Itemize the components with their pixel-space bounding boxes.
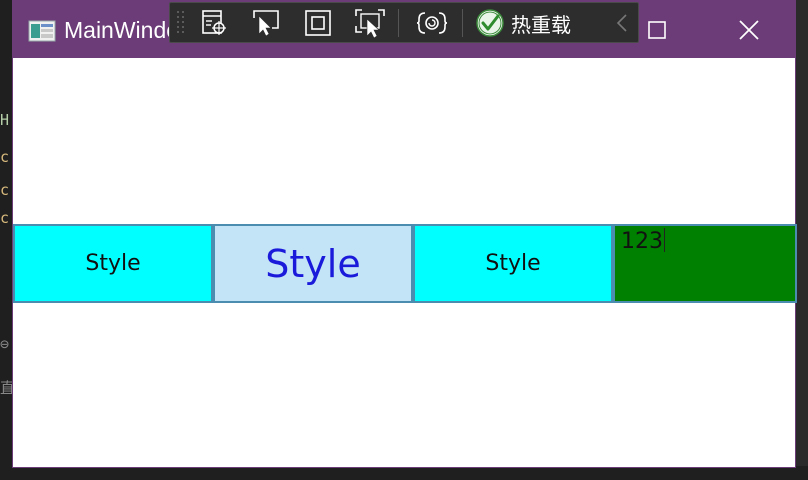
- ide-code-glyph: c: [0, 148, 10, 166]
- ide-code-glyph: H: [0, 111, 10, 129]
- style-button-label: Style: [85, 251, 141, 276]
- hot-reload-label: 热重载: [511, 12, 571, 37]
- button-row: Style Style Style 123: [13, 224, 797, 303]
- style-button-label: Style: [485, 251, 541, 276]
- close-button[interactable]: [729, 12, 769, 48]
- ide-code-glyph: ⊖: [0, 335, 10, 353]
- ide-background: H c c c ⊖ 直: [0, 0, 12, 480]
- close-icon: [739, 20, 759, 40]
- text-input[interactable]: 123: [613, 224, 797, 303]
- style-button-1[interactable]: Style: [13, 224, 213, 303]
- select-element-button[interactable]: [248, 6, 284, 40]
- main-window: MainWindow Style Style Style 123: [12, 0, 797, 468]
- debug-toolbar: 热重载: [169, 2, 639, 43]
- toolbar-separator: [462, 9, 463, 37]
- text-input-value: 123: [621, 229, 663, 254]
- hot-reload-button[interactable]: 热重载: [475, 6, 571, 40]
- track-focus-icon: [355, 9, 385, 39]
- hot-reload-status-icon: [476, 9, 504, 37]
- style-button-label: Style: [265, 241, 361, 286]
- maximize-icon: [648, 21, 666, 39]
- select-element-icon: [202, 10, 226, 35]
- collapse-chevron-icon: [616, 14, 627, 32]
- go-to-live-visual-tree-button[interactable]: [196, 6, 232, 40]
- app-icon: [28, 20, 56, 42]
- toolbar-grip-icon[interactable]: [174, 8, 188, 38]
- style-button-3[interactable]: Style: [413, 224, 613, 303]
- ide-code-glyph: c: [0, 181, 10, 199]
- hot-reload-settings-icon: [416, 12, 448, 34]
- style-button-2[interactable]: Style: [213, 224, 413, 303]
- display-layout-adorner-icon: [305, 10, 331, 36]
- maximize-button[interactable]: [637, 12, 677, 48]
- toolbar-separator: [398, 9, 399, 37]
- collapse-toolbar-button[interactable]: [610, 6, 634, 40]
- ide-code-glyph: c: [0, 209, 10, 227]
- ide-background-bottom: [0, 466, 808, 480]
- display-layout-adorners-button[interactable]: [300, 6, 336, 40]
- select-pointer-icon: [253, 10, 279, 37]
- text-caret: [664, 228, 665, 252]
- hot-reload-settings-button[interactable]: [414, 6, 450, 40]
- track-focused-element-button[interactable]: [352, 6, 388, 40]
- window-content: Style Style Style 123: [13, 58, 797, 467]
- ide-code-glyph: 直: [0, 379, 12, 397]
